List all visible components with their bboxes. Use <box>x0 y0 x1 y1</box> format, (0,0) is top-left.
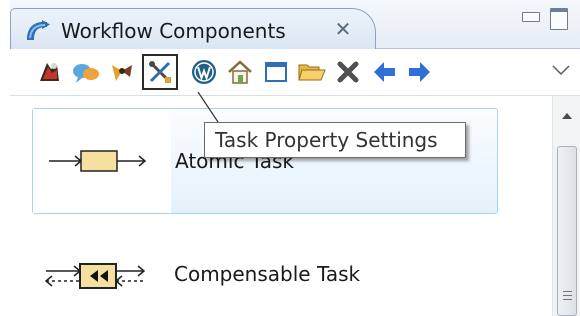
open-folder-icon[interactable] <box>294 54 330 90</box>
tab-strip: Workflow Components ✕ <box>10 0 580 49</box>
home-icon[interactable] <box>222 54 258 90</box>
scroll-up-icon[interactable] <box>559 110 575 122</box>
workflow-components-view: Workflow Components ✕ Atomic Task Compen… <box>10 0 580 316</box>
list-item-compensable-task[interactable]: Compensable Task <box>32 226 498 316</box>
scroll-thumb[interactable] <box>557 146 577 316</box>
tool-1-icon[interactable] <box>32 54 68 90</box>
tool-3-icon[interactable] <box>104 54 140 90</box>
toolbar <box>10 49 580 96</box>
tab-workflow-components[interactable]: Workflow Components ✕ <box>10 8 376 49</box>
window-icon[interactable] <box>258 54 294 90</box>
grip-icon <box>563 291 572 303</box>
back-arrow-icon[interactable] <box>366 54 402 90</box>
maximize-button[interactable] <box>550 8 568 30</box>
chevron-down-icon[interactable] <box>550 63 572 77</box>
atomic-task-icon <box>49 150 147 172</box>
minimize-button[interactable] <box>522 12 540 22</box>
delete-icon[interactable] <box>330 54 366 90</box>
list-item-label: Compensable Task <box>174 262 361 286</box>
compensable-task-icon <box>44 263 146 289</box>
workflow-components-icon <box>27 20 50 40</box>
close-icon[interactable]: ✕ <box>333 19 353 39</box>
tooltip: Task Property Settings <box>204 122 466 158</box>
tool-2-icon[interactable] <box>68 54 104 90</box>
view-title: Workflow Components <box>61 19 286 43</box>
vertical-scrollbar[interactable] <box>552 96 580 316</box>
wordpress-icon[interactable] <box>186 54 222 90</box>
task-property-settings-icon[interactable] <box>142 54 178 90</box>
forward-arrow-icon[interactable] <box>402 54 438 90</box>
